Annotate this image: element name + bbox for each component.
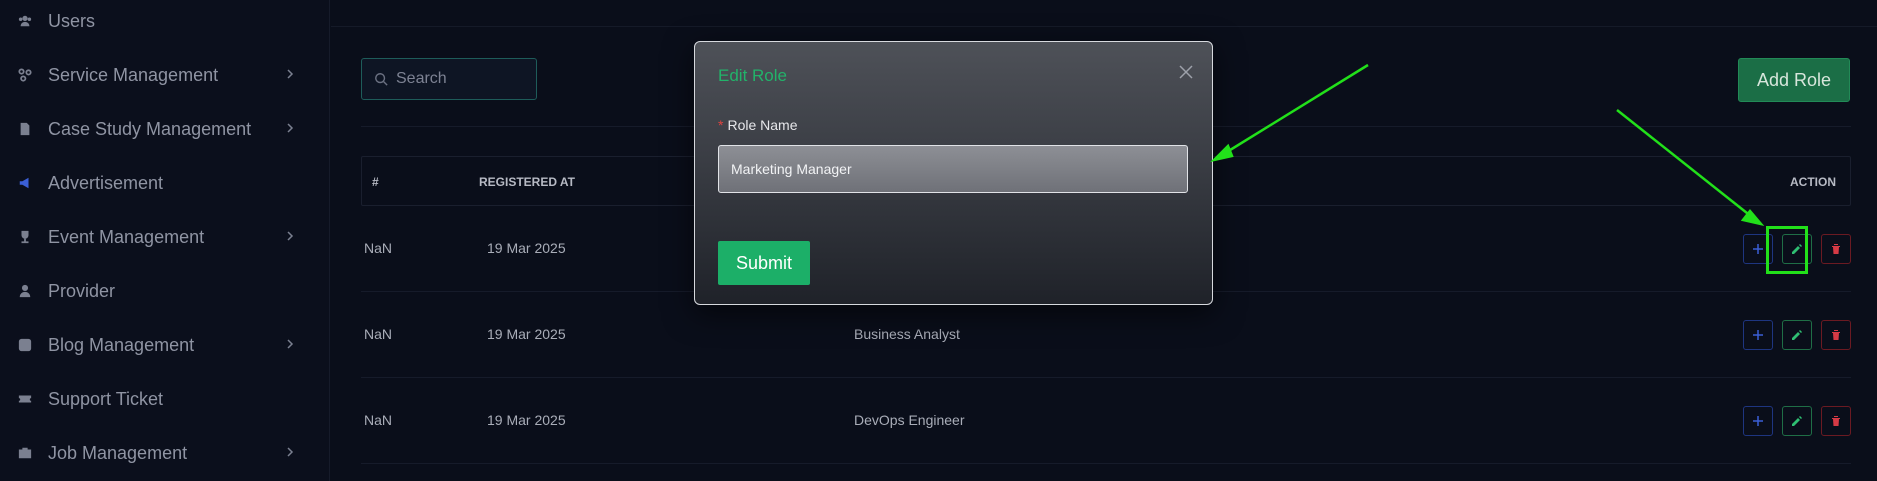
search-box[interactable] [361, 58, 537, 100]
services-icon [18, 68, 32, 82]
delete-role-button[interactable] [1821, 406, 1851, 436]
sidebar-item-label: Users [48, 10, 96, 31]
delete-role-button[interactable] [1821, 234, 1851, 264]
sidebar-item-blog-management[interactable]: Blog Management [0, 325, 330, 365]
cell-index: NaN [364, 326, 393, 342]
role-name-label-text: Role Name [727, 117, 798, 133]
edit-role-button[interactable] [1782, 234, 1812, 264]
sidebar-item-label: Blog Management [48, 334, 195, 355]
sidebar-item-provider[interactable]: Provider [0, 271, 330, 311]
submit-button[interactable]: Submit [718, 241, 810, 285]
sidebar-item-label: Service Management [48, 64, 219, 85]
cell-index: NaN [364, 412, 393, 428]
add-permission-button[interactable] [1743, 320, 1773, 350]
search-icon [375, 73, 388, 86]
column-header-index: # [372, 175, 379, 189]
cell-role-name: DevOps Engineer [854, 412, 965, 428]
row-actions [1743, 234, 1851, 264]
pencil-icon [1792, 416, 1802, 426]
trash-icon [1832, 244, 1840, 254]
sidebar-item-job-management[interactable]: Job Management [0, 433, 330, 473]
close-icon[interactable] [1176, 62, 1196, 82]
sidebar: Users Service Management Case Study Mana… [0, 0, 330, 481]
cell-registered-at: 19 Mar 2025 [487, 412, 566, 428]
pencil-icon [1792, 244, 1802, 254]
chevron-right-icon [287, 339, 294, 349]
plus-icon [1753, 244, 1763, 254]
column-header-action: ACTION [1790, 175, 1836, 189]
modal-title: Edit Role [718, 66, 787, 85]
chevron-right-icon [287, 447, 294, 457]
sidebar-item-label: Provider [48, 280, 116, 301]
sidebar-item-label: Case Study Management [48, 118, 252, 139]
trash-icon [1832, 416, 1840, 426]
trophy-icon [18, 230, 32, 244]
cell-registered-at: 19 Mar 2025 [487, 326, 566, 342]
megaphone-icon [18, 176, 32, 190]
cell-role-name: Business Analyst [854, 326, 960, 342]
sidebar-item-label: Support Ticket [48, 388, 164, 409]
add-permission-button[interactable] [1743, 234, 1773, 264]
edit-role-button[interactable] [1782, 406, 1812, 436]
sidebar-item-event-management[interactable]: Event Management [0, 217, 330, 257]
edit-role-button[interactable] [1782, 320, 1812, 350]
sidebar-item-support-ticket[interactable]: Support Ticket [0, 379, 330, 419]
sidebar-item-case-study-management[interactable]: Case Study Management [0, 109, 330, 149]
chevron-right-icon [287, 123, 294, 133]
sidebar-item-users[interactable]: Users [0, 1, 330, 41]
delete-role-button[interactable] [1821, 320, 1851, 350]
add-permission-button[interactable] [1743, 406, 1773, 436]
add-role-button[interactable]: Add Role [1738, 58, 1850, 102]
ticket-icon [18, 392, 32, 406]
sidebar-item-label: Event Management [48, 226, 205, 247]
provider-icon [18, 284, 32, 298]
divider [331, 26, 1877, 27]
blog-icon [18, 338, 32, 352]
table-row: NaN 19 Mar 2025 DevOps Engineer [361, 378, 1851, 464]
briefcase-icon [18, 446, 32, 460]
cell-index: NaN [364, 240, 393, 256]
sidebar-item-advertisement[interactable]: Advertisement [0, 163, 330, 203]
role-name-label: * Role Name [718, 117, 797, 133]
document-icon [18, 122, 32, 136]
chevron-right-icon [287, 231, 294, 241]
edit-role-modal: Edit Role *Role Name Submit [694, 41, 1213, 305]
users-icon [18, 14, 32, 28]
sidebar-item-service-management[interactable]: Service Management [0, 55, 330, 95]
required-mark: * [718, 117, 724, 133]
row-actions [1743, 406, 1851, 436]
row-actions [1743, 320, 1851, 350]
search-input[interactable] [396, 70, 526, 88]
sidebar-item-label: Advertisement [48, 172, 164, 193]
cell-registered-at: 19 Mar 2025 [487, 240, 566, 256]
trash-icon [1832, 330, 1840, 340]
sidebar-item-label: Job Management [48, 442, 188, 463]
pencil-icon [1792, 330, 1802, 340]
role-name-input[interactable] [718, 145, 1188, 193]
chevron-right-icon [287, 69, 294, 79]
plus-icon [1753, 330, 1763, 340]
plus-icon [1753, 416, 1763, 426]
column-header-registered-at: REGISTERED AT [479, 175, 576, 189]
